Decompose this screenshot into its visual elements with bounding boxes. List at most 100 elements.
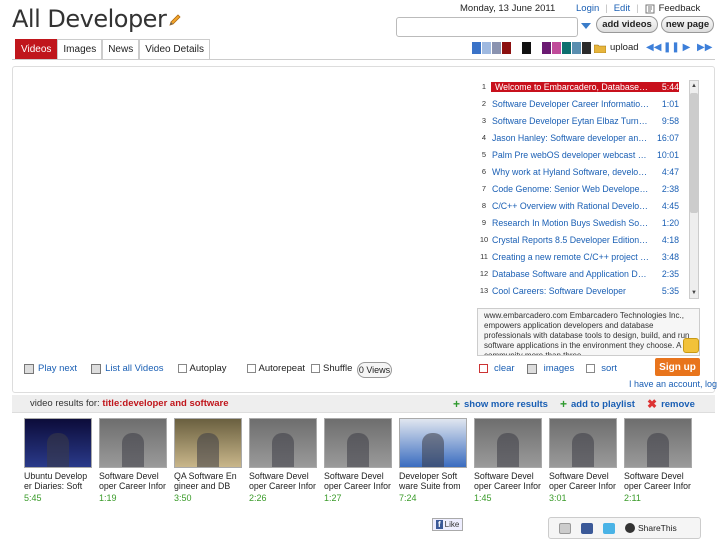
playlist-item[interactable]: 4 Jason Hanley: Software developer and ..… (477, 129, 687, 146)
color-swatch[interactable] (502, 42, 511, 54)
twitter-icon[interactable] (603, 522, 615, 534)
autorepeat-checkbox[interactable] (246, 364, 256, 373)
color-swatch[interactable] (512, 42, 521, 54)
site-logo[interactable]: All Developer (12, 5, 182, 33)
video-thumbnail[interactable] (99, 418, 167, 468)
autorepeat-toggle[interactable]: Autorepeat (246, 363, 305, 374)
playlist-item-title[interactable]: Code Genome: Senior Web Developer ... (491, 184, 649, 194)
list-all-videos-button[interactable]: List all Videos (91, 363, 164, 374)
new-page-button[interactable]: new page (661, 16, 714, 33)
video-result-title[interactable]: Developer Soft ware Suite from (399, 471, 467, 491)
video-result-item[interactable]: QA Software En gineer and DB 3:50 (174, 418, 242, 503)
video-result-item[interactable]: Software Devel oper Career Infor 1:45 (474, 418, 542, 503)
playlist-item[interactable]: 7 Code Genome: Senior Web Developer ... 2:… (477, 180, 687, 197)
email-icon[interactable] (559, 522, 571, 534)
color-swatch[interactable] (562, 42, 571, 54)
playlist-item-title[interactable]: Software Developer Career Information ..… (491, 99, 649, 109)
playlist-item[interactable]: 12 Database Software and Application Dev.… (477, 265, 687, 282)
playlist-item-title[interactable]: Cool Careers: Software Developer (491, 286, 649, 296)
facebook-like-button[interactable]: f Like (432, 518, 464, 531)
playlist-item-title[interactable]: Research In Motion Buys Swedish Softw... (491, 218, 649, 228)
color-swatch[interactable] (542, 42, 551, 54)
playlist-item[interactable]: 3 Software Developer Eytan Elbaz Turns I.… (477, 112, 687, 129)
video-result-item[interactable]: Software Devel oper Career Infor 2:11 (624, 418, 692, 503)
video-result-title[interactable]: Software Devel oper Career Infor (549, 471, 617, 491)
playlist-item-title[interactable]: C/C++ Overview with Rational Develope... (491, 201, 649, 211)
next-icon[interactable]: ▶▶ (697, 42, 712, 54)
video-result-title[interactable]: QA Software En gineer and DB (174, 471, 242, 491)
video-result-title[interactable]: Software Devel oper Career Infor (624, 471, 692, 491)
playlist-item[interactable]: 13 Cool Careers: Software Developer 5:35 (477, 282, 687, 299)
play-icon[interactable]: ▶ (680, 42, 693, 54)
playlist-item[interactable]: 1 Welcome to Embarcadero, Database Tc... 5… (477, 78, 687, 95)
chat-icon[interactable] (683, 338, 699, 353)
video-result-item[interactable]: Software Devel oper Career Infor 2:26 (249, 418, 317, 503)
scroll-down-icon[interactable]: ▼ (690, 289, 698, 297)
color-swatch[interactable] (482, 42, 491, 54)
playlist-item-title[interactable]: Why work at Hyland Software, develope... (491, 167, 649, 177)
add-videos-button[interactable]: add videos (596, 16, 658, 33)
previous-icon[interactable]: ◀◀ (646, 42, 661, 54)
color-swatch[interactable] (522, 42, 531, 54)
tab-videos[interactable]: Videos (15, 39, 58, 59)
video-result-title[interactable]: Software Devel oper Career Infor (99, 471, 167, 491)
video-thumbnail[interactable] (474, 418, 542, 468)
playlist-scrollbar[interactable]: ▲ ▼ (689, 80, 699, 299)
playlist-item-title[interactable]: Software Developer Eytan Elbaz Turns I..… (491, 116, 649, 126)
upload-button[interactable]: upload (594, 42, 639, 53)
playlist-item-title[interactable]: Jason Hanley: Software developer and ... (491, 133, 649, 143)
scrollbar-thumb[interactable] (690, 93, 698, 213)
signup-button[interactable]: Sign up (655, 358, 700, 376)
color-swatch[interactable] (582, 42, 591, 54)
playlist-item[interactable]: 6 Why work at Hyland Software, develope..… (477, 163, 687, 180)
video-result-title[interactable]: Software Devel oper Career Infor (324, 471, 392, 491)
color-swatch[interactable] (532, 42, 541, 54)
playlist-item-title[interactable]: Database Software and Application Dev... (491, 269, 649, 279)
sharethis-button[interactable]: ShareThis (625, 523, 677, 533)
search-input[interactable] (396, 17, 578, 37)
shuffle-checkbox[interactable] (311, 364, 320, 373)
play-next-button[interactable]: Play next (24, 363, 77, 374)
show-more-results-button[interactable]: + show more results (453, 397, 548, 411)
playlist-item-title[interactable]: Creating a new remote C/C++ project w... (491, 252, 649, 262)
login-link[interactable]: Login (576, 3, 599, 14)
playlist-item[interactable]: 9 Research In Motion Buys Swedish Softw..… (477, 214, 687, 231)
video-thumbnail[interactable] (249, 418, 317, 468)
video-player[interactable] (20, 78, 470, 348)
shuffle-toggle[interactable]: Shuffle (311, 363, 352, 374)
pause-icon[interactable]: ❚❚ (663, 42, 680, 54)
sort-button[interactable]: sort (586, 363, 617, 374)
images-button[interactable]: images (526, 363, 574, 374)
tab-news[interactable]: News (102, 39, 140, 59)
tab-video-details[interactable]: Video Details (139, 39, 210, 59)
video-result-title[interactable]: Software Devel oper Career Infor (249, 471, 317, 491)
video-result-item[interactable]: Ubuntu Develop er Diaries: Soft 5:45 (24, 418, 92, 503)
playlist-item[interactable]: 2 Software Developer Career Information .… (477, 95, 687, 112)
facebook-share-icon[interactable] (581, 522, 593, 534)
playlist-item[interactable]: 8 C/C++ Overview with Rational Develope..… (477, 197, 687, 214)
video-result-item[interactable]: Software Devel oper Career Infor 1:19 (99, 418, 167, 503)
video-result-title[interactable]: Software Devel oper Career Infor (474, 471, 542, 491)
playlist-item-title[interactable]: Welcome to Embarcadero, Database Tc... (491, 81, 649, 92)
color-swatch[interactable] (572, 42, 581, 54)
playlist-item-title[interactable]: Crystal Reports 8.5 Developer Edition F.… (491, 235, 649, 245)
add-to-playlist-button[interactable]: + add to playlist (560, 397, 635, 411)
scroll-up-icon[interactable]: ▲ (690, 82, 698, 90)
video-thumbnail[interactable] (324, 418, 392, 468)
playlist-item[interactable]: 11 Creating a new remote C/C++ project w.… (477, 248, 687, 265)
video-result-item[interactable]: Software Devel oper Career Infor 3:01 (549, 418, 617, 503)
playlist-item-title[interactable]: Palm Pre webOS developer webcast - P... (491, 150, 649, 160)
color-swatch[interactable] (472, 42, 481, 54)
playlist-item[interactable]: 10 Crystal Reports 8.5 Developer Edition … (477, 231, 687, 248)
tab-images[interactable]: Images (57, 39, 103, 59)
video-thumbnail[interactable] (174, 418, 242, 468)
playlist-item[interactable]: 5 Palm Pre webOS developer webcast - P...… (477, 146, 687, 163)
video-thumbnail[interactable] (624, 418, 692, 468)
color-swatch[interactable] (492, 42, 501, 54)
edit-link[interactable]: Edit (614, 3, 630, 14)
video-result-item[interactable]: Developer Soft ware Suite from 7:24 (399, 418, 467, 503)
clear-button[interactable]: clear (479, 363, 515, 374)
video-result-item[interactable]: Software Devel oper Career Infor 1:27 (324, 418, 392, 503)
video-thumbnail[interactable] (549, 418, 617, 468)
video-thumbnail[interactable] (24, 418, 92, 468)
